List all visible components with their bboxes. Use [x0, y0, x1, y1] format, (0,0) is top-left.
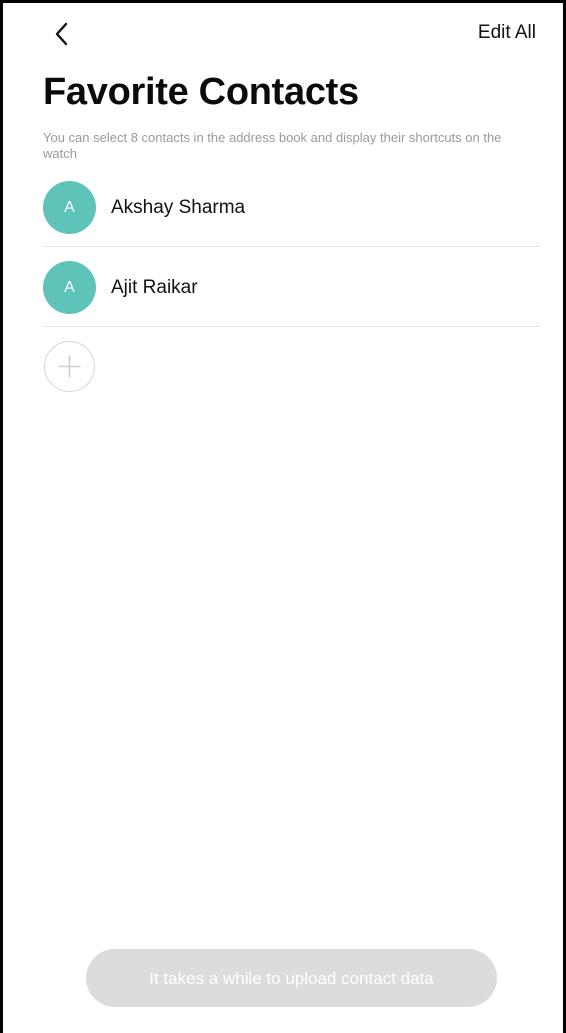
page-title: Favorite Contacts [43, 71, 359, 113]
avatar: A [43, 181, 96, 234]
contact-name: Ajit Raikar [111, 277, 198, 298]
top-bar: Edit All [3, 3, 563, 67]
contact-name: Akshay Sharma [111, 197, 246, 218]
contact-row[interactable]: A Akshay Sharma [43, 168, 540, 247]
edit-all-button[interactable]: Edit All [478, 22, 536, 44]
add-contact-button[interactable] [44, 341, 95, 392]
contact-list: A Akshay Sharma A Ajit Raikar [43, 168, 540, 327]
page-subtitle: You can select 8 contacts in the address… [43, 130, 502, 161]
upload-status-button[interactable]: It takes a while to upload contact data [86, 949, 497, 1007]
app-screen: Edit All Favorite Contacts You can selec… [0, 0, 566, 1033]
plus-icon [58, 355, 81, 378]
contact-row[interactable]: A Ajit Raikar [43, 248, 540, 327]
back-button[interactable] [47, 19, 77, 49]
avatar: A [43, 261, 96, 314]
chevron-left-icon [55, 22, 68, 46]
